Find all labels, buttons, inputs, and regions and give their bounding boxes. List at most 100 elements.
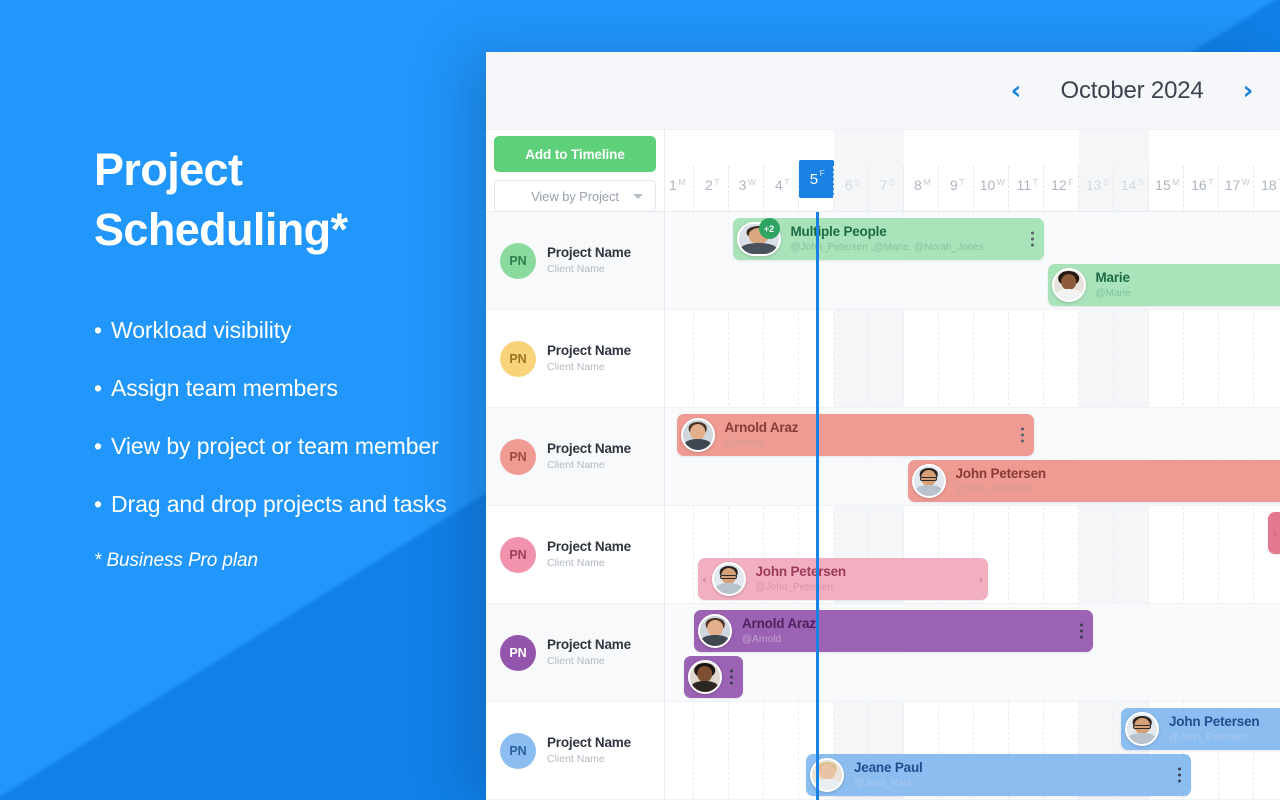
today-chip: 5F [799,160,834,198]
assignee-avatar [911,464,946,498]
resize-handle-left[interactable]: ‹ [1268,512,1280,554]
ruler-day-number: 18 [1261,177,1277,193]
feature-bullet: • Drag and drop projects and tasks [94,486,494,522]
avatar-face [1127,714,1157,744]
bullet-marker-icon: • [94,491,102,517]
add-to-timeline-button[interactable]: Add to Timeline [494,136,656,172]
resize-handle-right[interactable]: › [974,558,988,600]
project-avatar-initials: PN [509,253,527,268]
project-row[interactable]: PN Project Name Client Name [486,702,664,800]
avatar-head [707,620,723,637]
assignee-handle: @John_Petersen ,@Marie, @Norah_Jones [790,242,984,254]
feature-bullet-label: Workload visibility [111,317,292,343]
project-name: Project Name [547,637,631,653]
avatar-face [682,420,713,450]
toolbar-and-ruler: Add to Timeline View by Project 1M2T3W4T… [486,130,1280,212]
client-name: Client Name [547,263,605,276]
project-meta: Project Name Client Name [547,441,631,471]
task-bar-menu-icon[interactable] [1080,623,1083,639]
task-bar-text: Multiple People @John_Petersen ,@Marie, @… [791,224,984,254]
ruler-day[interactable]: 4T [764,130,799,211]
task-bar[interactable]: ‹ John Petersen @John_Petersen › [697,558,988,600]
ruler-day-number: 12 [1051,177,1067,193]
assignee-name: John Petersen [755,563,846,579]
ruler-weekday-letter: T [784,177,790,187]
project-row[interactable]: PN Project Name Client Name [486,506,664,604]
project-name: Project Name [547,245,631,261]
task-bar[interactable]: Jeane Paul @Jean_Paul [806,754,1191,796]
avatar-body [714,583,743,594]
ruler-day[interactable]: 7S [869,130,904,211]
task-bar-menu-icon[interactable] [730,669,733,685]
task-bar-menu-icon[interactable] [1020,427,1024,443]
task-bar[interactable]: Arnold Araz @Arnold [694,610,1093,652]
ruler-weekday-letter: W [747,177,756,187]
ruler-day[interactable]: 17 W [1219,130,1254,211]
feature-bullet: • Assign team members [94,370,494,406]
ruler-day[interactable]: 14 S [1114,130,1149,211]
prev-month-icon[interactable]: ‹ [992,78,1040,104]
ruler-day[interactable]: 2T [694,130,729,211]
ruler-day[interactable]: 10 W [974,130,1009,211]
chevron-down-icon [633,194,643,199]
feature-bullet: • Workload visibility [94,312,494,348]
task-bar[interactable]: Marie @Marie [1047,264,1280,306]
assignee-handle: @John_Petersen [955,484,1033,496]
marketing-panel: Project Scheduling* • Workload visibility… [94,140,494,572]
task-bar-text: Arnold Araz @Arnold [725,420,799,450]
assignee-name: Multiple People [790,223,887,239]
view-by-select[interactable]: View by Project [494,180,656,212]
ruler-day[interactable]: 9T [939,130,974,211]
ruler-day[interactable]: 16 T [1184,130,1219,211]
ruler-day[interactable]: 8M [904,130,939,211]
task-bar[interactable]: ‹ [1268,512,1280,554]
ruler-weekday-letter: F [1068,177,1074,187]
project-name: Project Name [547,343,631,359]
timeline-body: PN Project Name Client Name PN Project Name C… [486,212,1280,800]
avatar-head [1060,274,1077,291]
project-row[interactable]: PN Project Name Client Name [486,310,664,408]
assignee-handle: @John_Petersen [1169,732,1247,744]
avatar-face [1053,270,1084,300]
ruler-day[interactable]: 15 M [1149,130,1184,211]
project-name: Project Name [547,441,631,457]
ruler-day-number: 3 [738,177,747,193]
bullet-marker-icon: • [94,375,102,401]
project-row[interactable]: PN Project Name Client Name [486,408,664,506]
ruler-day[interactable]: 13 S [1079,130,1114,211]
timeline-grid[interactable]: +2 Multiple People @John_Petersen ,@Marie,… [665,212,1280,800]
task-bar[interactable]: John Petersen @John_Petersen [907,460,1280,502]
view-by-select-value: View by Project [531,188,619,204]
ruler-day[interactable]: 6S [834,130,869,211]
ruler-day-number: 16 [1191,177,1207,193]
resize-handle-left[interactable]: ‹ [698,558,712,600]
task-bar[interactable]: Arnold Araz @Arnold [676,414,1034,456]
next-month-icon[interactable]: › [1224,78,1272,104]
task-bar-menu-icon[interactable] [1178,767,1181,783]
ruler-day[interactable]: 18T [1254,130,1280,211]
ruler-day[interactable]: 1M [665,130,694,211]
assignee-handle: @Jean_Paul [854,778,912,790]
ruler-weekday-letter: T [959,177,965,187]
avatar-body [914,485,943,496]
task-bar-text: Jeane Paul @Jean_Paul [854,760,923,790]
ruler-day[interactable]: 11 T [1009,130,1044,211]
task-bar[interactable]: John Petersen @John_Petersen [1121,708,1280,750]
project-row[interactable]: PN Project Name Client Name [486,604,664,702]
project-row[interactable]: PN Project Name Client Name [486,212,664,310]
app-header: ‹ October 2024 › [486,52,1280,130]
ruler-day[interactable]: 3W [729,130,764,211]
task-bar-text: Marie @Marie [1096,270,1131,300]
ruler-day[interactable]: 12 F [1044,130,1079,211]
ruler-weekday-letter: W [1241,177,1250,187]
ruler-day-today[interactable]: 5F [799,130,834,211]
avatar-body [701,635,729,646]
avatar-body [740,243,777,254]
headline-line-2: Scheduling* [94,204,348,255]
task-bar[interactable]: +2 Multiple People @John_Petersen ,@Marie,… [732,218,1044,260]
task-bar[interactable] [683,656,743,698]
task-bar-menu-icon[interactable] [1031,231,1034,247]
client-name: Client Name [547,557,605,570]
bullet-marker-icon: • [94,433,102,459]
date-ruler[interactable]: 1 M 2 T 3 W 4 T 5 F 6 S 7 S 8 M 9 T 10 W 11 T 12 F 13 S 14 S 15 M 16 T 1… [665,130,1280,211]
